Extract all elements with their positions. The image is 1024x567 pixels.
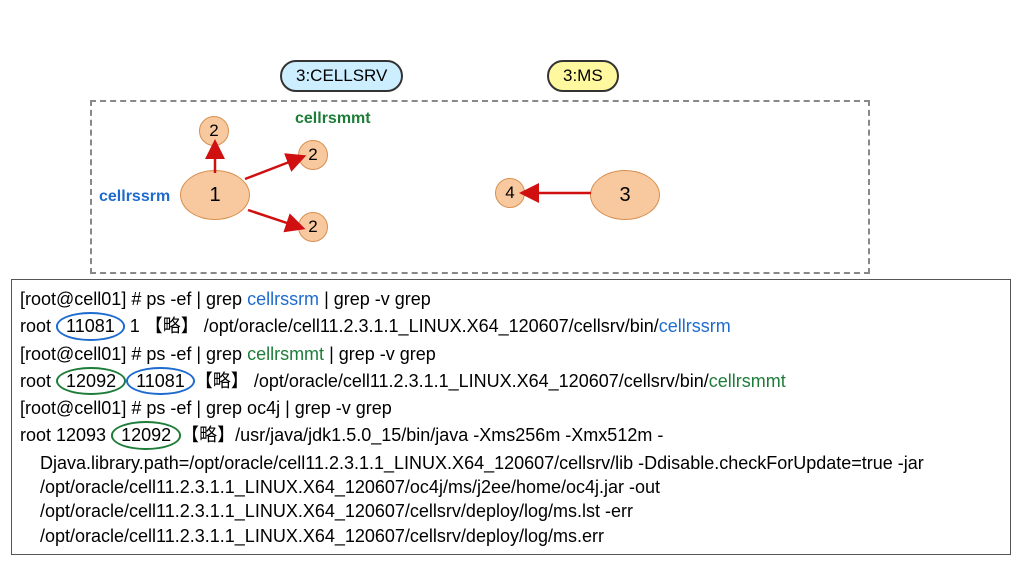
label-cellrssrm: cellrssrm — [99, 188, 170, 206]
proc-name: cellrsmmt — [709, 371, 786, 391]
rest-text: 1 【略】 /opt/oracle/cell11.2.3.1.1_LINUX.X… — [125, 316, 659, 336]
rest-text: 【略】 /opt/oracle/cell11.2.3.1.1_LINUX.X64… — [195, 371, 709, 391]
grep-term-cellrssrm: cellrssrm — [247, 289, 319, 309]
node-2b: 2 — [298, 140, 328, 170]
node-2c: 2 — [298, 212, 328, 242]
prompt-text: [root@cell01] # ps -ef | grep oc4j | gre… — [20, 398, 392, 418]
ppid-circled-blue: 11081 — [126, 367, 195, 395]
diagram-area: 3:CELLSRV 3:MS cellrssrm cellrsmmt 1 2 2… — [0, 0, 1024, 280]
grep-suffix: | grep -v grep — [319, 289, 431, 309]
ppid-circled-green: 12092 — [111, 421, 181, 449]
user-col: root — [20, 316, 56, 336]
arrow-1-to-2c — [248, 208, 300, 230]
terminal-line-output3-cont: Djava.library.path=/opt/oracle/cell11.2.… — [20, 451, 1002, 548]
node-3: 3 — [590, 170, 660, 220]
badge-ms: 3:MS — [547, 60, 619, 92]
user-col: root 12093 — [20, 425, 111, 445]
user-col: root — [20, 371, 56, 391]
pid-circled-blue: 11081 — [56, 312, 125, 340]
node-4: 4 — [495, 178, 525, 208]
arrow-1-to-2b — [245, 155, 301, 179]
prompt-text: [root@cell01] # ps -ef | grep — [20, 344, 247, 364]
terminal-line-output3: root 12093 12092【略】/usr/java/jdk1.5.0_15… — [20, 421, 1002, 449]
badge-cellsrv: 3:CELLSRV — [280, 60, 403, 92]
pid-circled-green: 12092 — [56, 367, 126, 395]
terminal-line-output1: root 11081 1 【略】 /opt/oracle/cell11.2.3.… — [20, 312, 1002, 340]
arrow-1-to-2a — [213, 145, 217, 173]
grep-term-cellrsmmt: cellrsmmt — [247, 344, 324, 364]
terminal-line-prompt2: [root@cell01] # ps -ef | grep cellrsmmt … — [20, 342, 1002, 366]
terminal-line-output2: root 1209211081【略】 /opt/oracle/cell11.2.… — [20, 367, 1002, 395]
rest-text: 【略】/usr/java/jdk1.5.0_15/bin/java -Xms25… — [181, 425, 663, 445]
prompt-text: [root@cell01] # ps -ef | grep — [20, 289, 247, 309]
terminal-line-prompt1: [root@cell01] # ps -ef | grep cellrssrm … — [20, 287, 1002, 311]
terminal-output: [root@cell01] # ps -ef | grep cellrssrm … — [11, 279, 1011, 555]
arrow-3-to-4 — [525, 190, 591, 196]
proc-name: cellrssrm — [659, 316, 731, 336]
label-cellrsmmt: cellrsmmt — [295, 110, 371, 128]
node-1: 1 — [180, 170, 250, 220]
grep-suffix: | grep -v grep — [324, 344, 436, 364]
terminal-line-prompt3: [root@cell01] # ps -ef | grep oc4j | gre… — [20, 396, 1002, 420]
node-2a: 2 — [199, 116, 229, 146]
